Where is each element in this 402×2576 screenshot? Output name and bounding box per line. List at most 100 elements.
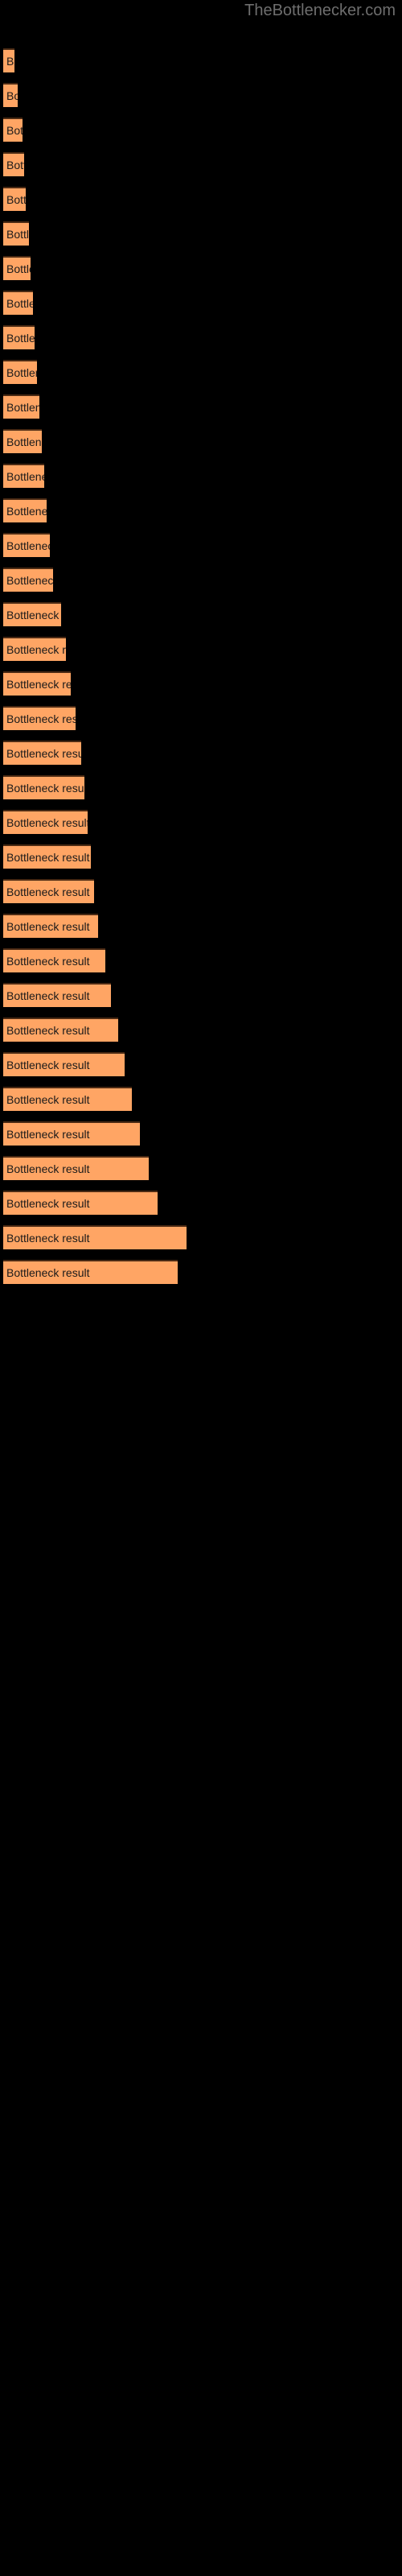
bar[interactable]: Bottleneck result bbox=[3, 775, 84, 799]
bar-label: Bottleneck result bbox=[6, 539, 50, 552]
bar-row: Bottleneck result bbox=[0, 1225, 402, 1260]
bar[interactable]: Bottleneck result bbox=[3, 118, 23, 142]
bar[interactable]: Bottleneck result bbox=[3, 187, 26, 211]
bar-label: Bottleneck result bbox=[6, 89, 18, 102]
bar[interactable]: Bottleneck result bbox=[3, 1052, 125, 1076]
bar-label: Bottleneck result bbox=[6, 1266, 90, 1279]
bar-row: Bottleneck result bbox=[0, 1156, 402, 1191]
bar-label: Bottleneck result bbox=[6, 55, 14, 68]
bar-label: Bottleneck result bbox=[6, 1093, 90, 1106]
bar-label: Bottleneck result bbox=[6, 262, 31, 275]
bar-row: Bottleneck result bbox=[0, 394, 402, 429]
bar-label: Bottleneck result bbox=[6, 1128, 90, 1141]
bar[interactable]: Bottleneck result bbox=[3, 1087, 132, 1111]
bar-row: Bottleneck result bbox=[0, 568, 402, 602]
bar[interactable]: Bottleneck result bbox=[3, 360, 37, 384]
bar[interactable]: Bottleneck result bbox=[3, 948, 105, 972]
bar-row: Bottleneck result bbox=[0, 360, 402, 394]
bar-row: Bottleneck result bbox=[0, 1191, 402, 1225]
bar-label: Bottleneck result bbox=[6, 1232, 90, 1245]
bar-row: Bottleneck result bbox=[0, 1018, 402, 1052]
bar-label: Bottleneck result bbox=[6, 505, 47, 518]
bar-label: Bottleneck result bbox=[6, 1162, 90, 1175]
bar[interactable]: Bottleneck result bbox=[3, 741, 81, 765]
bar[interactable]: Bottleneck result bbox=[3, 671, 71, 696]
bar[interactable]: Bottleneck result bbox=[3, 983, 111, 1007]
bar[interactable]: Bottleneck result bbox=[3, 83, 18, 107]
bar[interactable]: Bottleneck result bbox=[3, 429, 42, 453]
bar-label: Bottleneck result bbox=[6, 159, 24, 171]
bar[interactable]: Bottleneck result bbox=[3, 1191, 158, 1215]
bar[interactable]: Bottleneck result bbox=[3, 325, 35, 349]
bar-row: Bottleneck result bbox=[0, 741, 402, 775]
bar-label: Bottleneck result bbox=[6, 643, 66, 656]
bar[interactable]: Bottleneck result bbox=[3, 291, 33, 315]
bar[interactable]: Bottleneck result bbox=[3, 1260, 178, 1284]
bar-label: Bottleneck result bbox=[6, 782, 84, 795]
bar-label: Bottleneck result bbox=[6, 747, 81, 760]
bar-row: Bottleneck result bbox=[0, 810, 402, 844]
bar-row: Bottleneck result bbox=[0, 637, 402, 671]
bar-label: Bottleneck result bbox=[6, 1197, 90, 1210]
bar-label: Bottleneck result bbox=[6, 470, 44, 483]
bar-label: Bottleneck result bbox=[6, 574, 53, 587]
bar-row: Bottleneck result bbox=[0, 914, 402, 948]
bar[interactable]: Bottleneck result bbox=[3, 637, 66, 661]
bar-row: Bottleneck result bbox=[0, 187, 402, 221]
bar-label: Bottleneck result bbox=[6, 886, 90, 898]
bar[interactable]: Bottleneck result bbox=[3, 533, 50, 557]
bar[interactable]: Bottleneck result bbox=[3, 1225, 187, 1249]
bar-label: Bottleneck result bbox=[6, 989, 90, 1002]
bar-label: Bottleneck result bbox=[6, 193, 26, 206]
bar[interactable]: Bottleneck result bbox=[3, 48, 14, 72]
bar-label: Bottleneck result bbox=[6, 332, 35, 345]
bar-label: Bottleneck result bbox=[6, 712, 76, 725]
bar-row: Bottleneck result bbox=[0, 291, 402, 325]
bar-label: Bottleneck result bbox=[6, 297, 33, 310]
bar-label: Bottleneck result bbox=[6, 955, 90, 968]
bar[interactable]: Bottleneck result bbox=[3, 914, 98, 938]
bar[interactable]: Bottleneck result bbox=[3, 1121, 140, 1146]
bar-row: Bottleneck result bbox=[0, 152, 402, 187]
bar[interactable]: Bottleneck result bbox=[3, 568, 53, 592]
bar[interactable]: Bottleneck result bbox=[3, 464, 44, 488]
bar-row: Bottleneck result bbox=[0, 256, 402, 291]
bar-row: Bottleneck result bbox=[0, 706, 402, 741]
bar-row: Bottleneck result bbox=[0, 1052, 402, 1087]
bar-row: Bottleneck result bbox=[0, 48, 402, 83]
bar-label: Bottleneck result bbox=[6, 1024, 90, 1037]
bar-label: Bottleneck result bbox=[6, 401, 39, 414]
bar-row: Bottleneck result bbox=[0, 1121, 402, 1156]
bar-label: Bottleneck result bbox=[6, 366, 37, 379]
bar[interactable]: Bottleneck result bbox=[3, 221, 29, 246]
bottleneck-bar-chart: TheBottlenecker.com Bottleneck resultBot… bbox=[0, 0, 402, 2576]
bar[interactable]: Bottleneck result bbox=[3, 394, 39, 419]
bar[interactable]: Bottleneck result bbox=[3, 706, 76, 730]
bar-label: Bottleneck result bbox=[6, 816, 88, 829]
bar-row: Bottleneck result bbox=[0, 325, 402, 360]
bar-row: Bottleneck result bbox=[0, 775, 402, 810]
bar-label: Bottleneck result bbox=[6, 436, 42, 448]
bar-row: Bottleneck result bbox=[0, 221, 402, 256]
bar-label: Bottleneck result bbox=[6, 124, 23, 137]
bar[interactable]: Bottleneck result bbox=[3, 844, 91, 869]
bar[interactable]: Bottleneck result bbox=[3, 256, 31, 280]
bar[interactable]: Bottleneck result bbox=[3, 152, 24, 176]
bar-row: Bottleneck result bbox=[0, 948, 402, 983]
bar-row: Bottleneck result bbox=[0, 498, 402, 533]
bar-row: Bottleneck result bbox=[0, 118, 402, 152]
bar-row: Bottleneck result bbox=[0, 602, 402, 637]
bar[interactable]: Bottleneck result bbox=[3, 1018, 118, 1042]
bar-row: Bottleneck result bbox=[0, 844, 402, 879]
bar-row: Bottleneck result bbox=[0, 879, 402, 914]
bar-label: Bottleneck result bbox=[6, 678, 71, 691]
bar[interactable]: Bottleneck result bbox=[3, 879, 94, 903]
bar[interactable]: Bottleneck result bbox=[3, 498, 47, 522]
bar[interactable]: Bottleneck result bbox=[3, 1156, 149, 1180]
bar[interactable]: Bottleneck result bbox=[3, 810, 88, 834]
bar-row: Bottleneck result bbox=[0, 1087, 402, 1121]
bar[interactable]: Bottleneck result bbox=[3, 602, 61, 626]
bar-row: Bottleneck result bbox=[0, 464, 402, 498]
bar-label: Bottleneck result bbox=[6, 228, 29, 241]
bar-list: Bottleneck result Bottleneck result Bottle… bbox=[0, 48, 402, 1294]
